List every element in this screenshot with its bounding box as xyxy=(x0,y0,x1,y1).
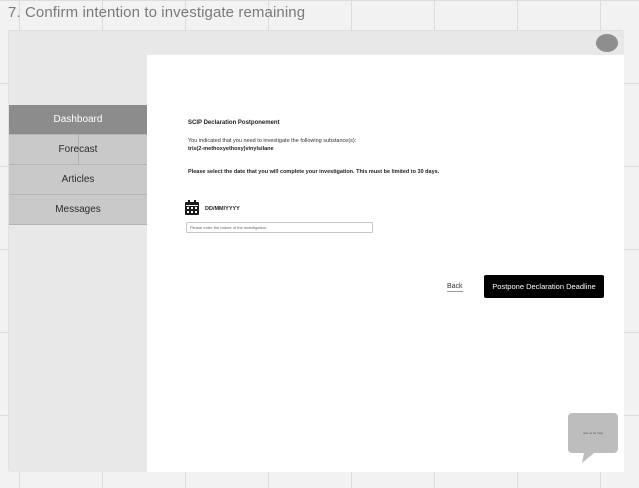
main-content: SCIP Declaration Postponement You indica… xyxy=(147,55,624,472)
chat-bubble-icon[interactable]: Ask us for help xyxy=(568,413,618,465)
page-heading: 7. Confirm intention to investigate rema… xyxy=(8,4,306,21)
substance-name: tris(2-methoxyethoxy)vinylsilane xyxy=(188,146,274,152)
postpone-deadline-button[interactable]: Postpone Declaration Deadline xyxy=(484,275,604,298)
sidebar-item-forecast[interactable]: Forecast xyxy=(9,135,147,165)
app-window: Dashboard Forecast Articles Messages SCI… xyxy=(8,30,624,472)
sidebar-item-label: Articles xyxy=(61,174,95,185)
top-bar xyxy=(147,31,624,55)
sidebar-item-label: Messages xyxy=(55,204,101,215)
sidebar: Dashboard Forecast Articles Messages xyxy=(9,31,147,472)
sidebar-item-articles[interactable]: Articles xyxy=(9,165,147,195)
date-field-value[interactable]: DD/MM/YYYY xyxy=(205,206,240,212)
date-instruction: Please select the date that you will com… xyxy=(188,169,440,175)
sidebar-item-dashboard[interactable]: Dashboard xyxy=(9,105,147,135)
intro-text: You indicated that you need to investiga… xyxy=(188,138,357,144)
sidebar-item-messages[interactable]: Messages xyxy=(9,195,147,225)
avatar[interactable] xyxy=(596,34,618,52)
sidebar-item-label: Forecast xyxy=(58,144,98,155)
calendar-icon[interactable] xyxy=(185,200,199,215)
chat-label: Ask us for help xyxy=(583,431,603,435)
back-link[interactable]: Back xyxy=(447,283,463,292)
form-title: SCIP Declaration Postponement xyxy=(188,120,280,126)
sidebar-item-label: Dashboard xyxy=(53,114,103,125)
investigation-reason-input[interactable] xyxy=(186,222,373,233)
